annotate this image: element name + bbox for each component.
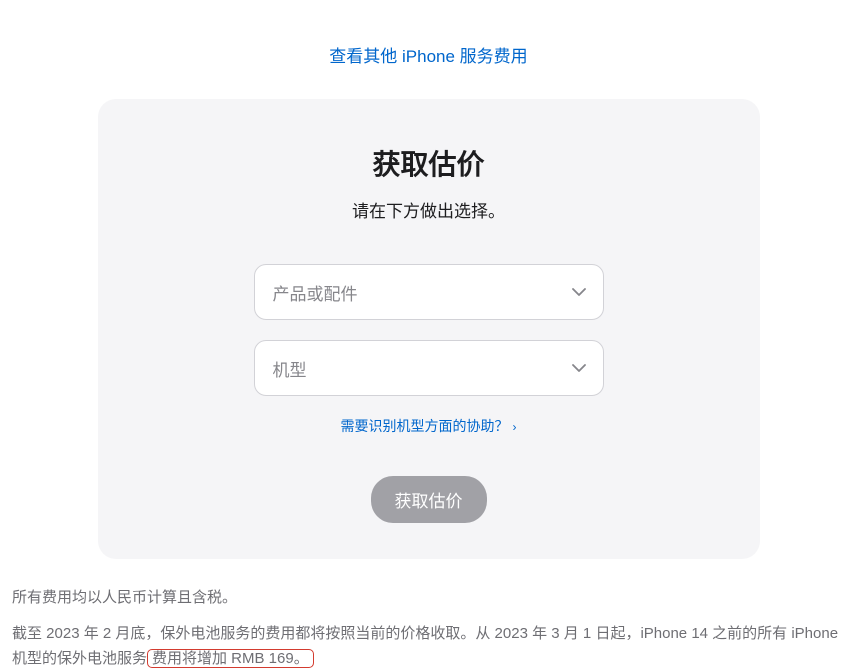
view-other-fees-link[interactable]: 查看其他 iPhone 服务费用 (329, 47, 527, 66)
footer-notes: 所有费用均以人民币计算且含税。 截至 2023 年 2 月底，保外电池服务的费用… (0, 559, 857, 672)
model-select-placeholder: 机型 (273, 356, 307, 381)
card-title: 获取估价 (138, 143, 720, 183)
model-select[interactable]: 机型 (254, 340, 604, 396)
price-increase-highlight: 费用将增加 RMB 169。 (147, 649, 314, 668)
identify-model-help-link[interactable]: 需要识别机型方面的协助？ › (341, 418, 517, 434)
card-subtitle: 请在下方做出选择。 (138, 197, 720, 222)
footer-line-1: 所有费用均以人民币计算且含税。 (12, 585, 845, 611)
product-select[interactable]: 产品或配件 (254, 264, 604, 320)
chevron-right-icon: › (513, 420, 517, 434)
get-estimate-button[interactable]: 获取估价 (371, 476, 487, 523)
estimate-card: 获取估价 请在下方做出选择。 产品或配件 机型 需要识别机型方面的协助？ › 获取… (98, 99, 760, 559)
help-link-label: 需要识别机型方面的协助？ (341, 418, 509, 434)
product-select-placeholder: 产品或配件 (273, 280, 358, 305)
footer-line-2: 截至 2023 年 2 月底，保外电池服务的费用都将按照当前的价格收取。从 20… (12, 621, 845, 672)
